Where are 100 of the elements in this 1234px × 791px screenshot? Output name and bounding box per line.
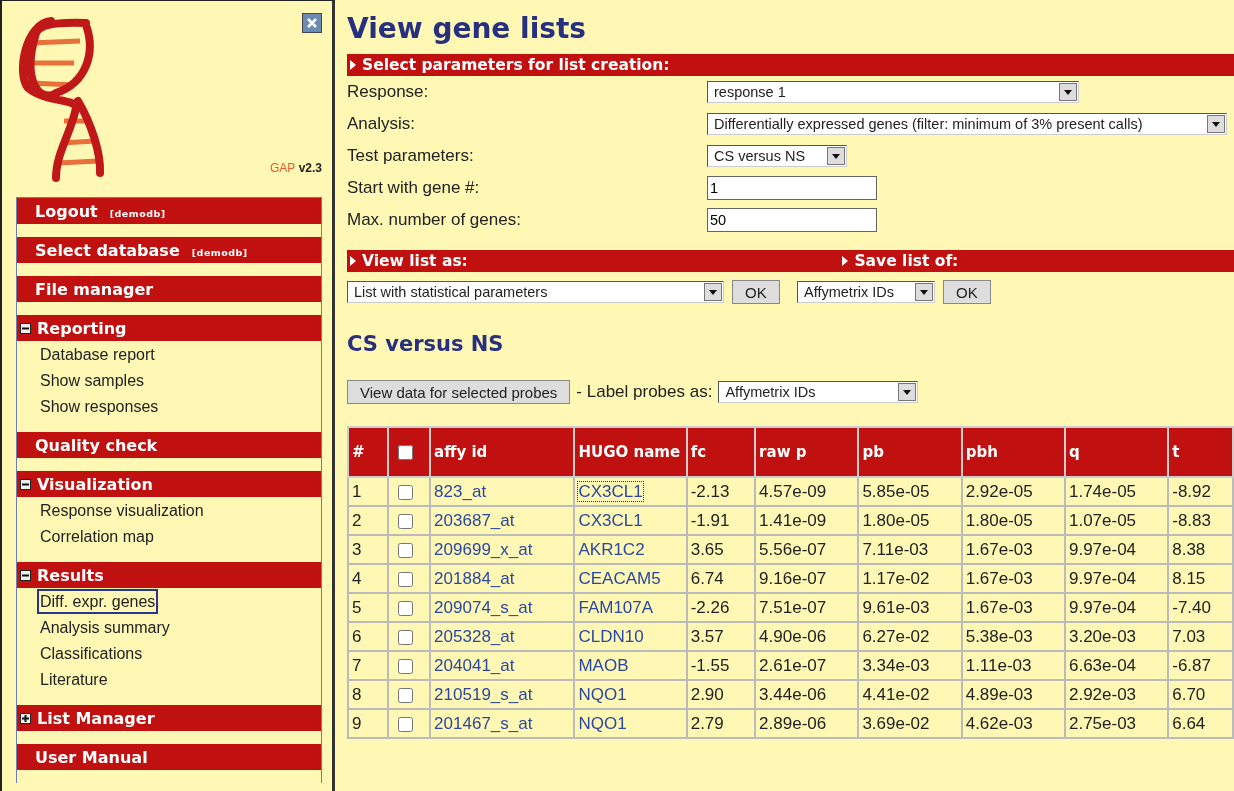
menu-item[interactable]: Database report [37, 342, 158, 367]
table-cell: 2.75e-03 [1064, 709, 1169, 738]
row-checkbox[interactable] [397, 658, 413, 674]
table-cell: 4.62e-03 [961, 709, 1065, 738]
input-field[interactable]: 50 [707, 208, 877, 232]
dropdown-select[interactable]: Affymetrix IDs [718, 381, 919, 403]
table-cell: -8.92 [1168, 477, 1233, 506]
table-cell: 6.27e-02 [858, 622, 962, 651]
gene-link[interactable]: NQO1 [574, 680, 687, 709]
triangle-icon [350, 256, 356, 266]
field-label: Start with gene #: [347, 178, 481, 198]
version-label: GAP v2.3 [269, 161, 322, 175]
menu-section-header[interactable]: List Manager [17, 705, 321, 731]
table-cell: 2.79 [686, 709, 756, 738]
triangle-icon [350, 60, 356, 70]
collapse-icon[interactable] [20, 322, 31, 334]
row-checkbox[interactable] [397, 600, 413, 616]
field-label: Analysis: [347, 114, 417, 134]
gene-link[interactable]: CLDN10 [574, 622, 687, 651]
table-cell: -6.87 [1168, 651, 1233, 680]
gene-link[interactable]: NQO1 [574, 709, 687, 738]
table-cell: 9.16e-07 [755, 564, 859, 593]
menu-item[interactable]: Analysis summary [37, 615, 173, 640]
view-data-button[interactable]: View data for selected probes [347, 380, 571, 404]
column-header: raw p [755, 427, 859, 477]
probe-link[interactable]: 205328_at [430, 622, 575, 651]
menu-section-header[interactable]: Visualization [17, 471, 321, 497]
dropdown-select[interactable]: Differentially expressed genes (filter: minimum of 3% present calls) [707, 113, 1227, 135]
table-cell: 9.97e-04 [1064, 535, 1169, 564]
probe-link[interactable]: 209699_x_at [430, 535, 575, 564]
table-cell: 1.41e-09 [755, 506, 859, 535]
table-cell: 1.80e-05 [961, 506, 1065, 535]
section-bar: View list as: Save list of: [347, 250, 1234, 272]
row-checkbox[interactable] [397, 484, 413, 500]
table-cell: 1.67e-03 [961, 535, 1065, 564]
row-checkbox[interactable] [397, 716, 413, 732]
table-cell: 4.57e-09 [755, 477, 859, 506]
gene-link[interactable]: MAOB [574, 651, 687, 680]
table-cell: 8.38 [1168, 535, 1233, 564]
probe-link[interactable]: 201467_s_at [430, 709, 575, 738]
table-cell: -1.55 [686, 651, 756, 680]
row-checkbox[interactable] [397, 542, 413, 558]
table-cell: 4.90e-06 [755, 622, 859, 651]
dropdown-select[interactable]: List with statistical parameters [347, 281, 724, 303]
probe-link[interactable]: 823_at [430, 477, 575, 506]
table-cell: 4.41e-02 [858, 680, 962, 709]
row-checkbox[interactable] [397, 571, 413, 587]
table-cell: 6.70 [1168, 680, 1233, 709]
probe-link[interactable]: 203687_at [430, 506, 575, 535]
table-cell: 1.74e-05 [1064, 477, 1169, 506]
menu-section-header[interactable]: Logout [demodb] [17, 198, 321, 224]
menu-section-header[interactable]: Reporting [17, 315, 321, 341]
row-checkbox[interactable] [397, 687, 413, 703]
menu-item[interactable]: Classifications [37, 641, 146, 666]
menu-item[interactable]: Response visualization [37, 498, 207, 523]
menu-item[interactable]: Literature [37, 667, 111, 692]
collapse-icon[interactable] [20, 569, 31, 581]
gene-link[interactable]: CX3CL1 [574, 506, 687, 535]
table-cell: 3.44e-06 [755, 680, 859, 709]
menu-section-header[interactable]: File manager [17, 276, 321, 302]
column-header: # [348, 427, 388, 477]
gene-link[interactable]: CEACAM5 [574, 564, 687, 593]
table-cell: 1.80e-05 [858, 506, 962, 535]
menu-item[interactable]: Show samples [37, 368, 148, 393]
probe-link[interactable]: 210519_s_at [430, 680, 575, 709]
dropdown-select[interactable]: CS versus NS [707, 145, 847, 167]
input-field[interactable]: 1 [707, 176, 877, 200]
gene-link[interactable]: CX3CL1 [574, 477, 687, 506]
table-cell: 5 [348, 593, 388, 622]
gene-link[interactable]: AKR1C2 [574, 535, 687, 564]
probe-link[interactable]: 204041_at [430, 651, 575, 680]
probe-link[interactable]: 201884_at [430, 564, 575, 593]
close-button[interactable] [302, 13, 322, 33]
table-cell: 9.97e-04 [1064, 593, 1169, 622]
ok-button[interactable]: OK [943, 280, 991, 304]
collapse-icon[interactable] [20, 478, 31, 490]
probe-link[interactable]: 209074_s_at [430, 593, 575, 622]
table-cell: 8.15 [1168, 564, 1233, 593]
expand-icon[interactable] [20, 712, 31, 724]
dropdown-select[interactable]: response 1 [707, 81, 1079, 103]
row-checkbox[interactable] [397, 513, 413, 529]
table-cell: 2.92e-03 [1064, 680, 1169, 709]
menu-item[interactable]: Show responses [37, 394, 162, 419]
menu-section-header[interactable]: Results [17, 562, 321, 588]
field-label: Max. number of genes: [347, 210, 522, 230]
table-cell: 1.67e-03 [961, 564, 1065, 593]
column-header: affy id [430, 427, 575, 477]
gene-link[interactable]: FAM107A [574, 593, 687, 622]
menu-section-header[interactable]: Select database [demodb] [17, 237, 321, 263]
menu-item[interactable]: Diff. expr. genes [37, 589, 159, 614]
menu-section-header[interactable]: User Manual [17, 744, 321, 770]
table-cell: 3.34e-03 [858, 651, 962, 680]
select-all-checkbox[interactable] [397, 444, 413, 460]
table-cell: 2.61e-07 [755, 651, 859, 680]
table-cell: 2.90 [686, 680, 756, 709]
menu-item[interactable]: Correlation map [37, 524, 157, 549]
ok-button[interactable]: OK [732, 280, 780, 304]
dropdown-select[interactable]: Affymetrix IDs [797, 281, 935, 303]
menu-section-header[interactable]: Quality check [17, 432, 321, 458]
row-checkbox[interactable] [397, 629, 413, 645]
